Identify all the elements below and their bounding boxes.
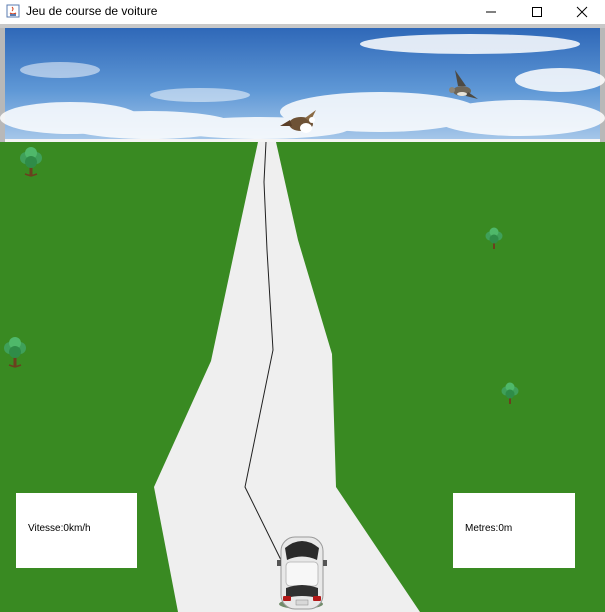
close-button[interactable] (559, 0, 605, 24)
player-car[interactable] (277, 536, 327, 610)
java-app-icon (6, 4, 20, 18)
minimize-icon (486, 11, 496, 13)
speed-panel: Vitesse:0km/h (16, 493, 137, 568)
window-title: Jeu de course de voiture (26, 4, 158, 18)
maximize-button[interactable] (514, 0, 560, 24)
maximize-icon (532, 7, 542, 17)
speed-label: Vitesse:0km/h (28, 523, 91, 534)
window-titlebar: Jeu de course de voiture (0, 0, 605, 24)
distance-panel: Metres:0m (453, 493, 575, 568)
close-icon (576, 6, 588, 18)
distance-label: Metres:0m (465, 523, 513, 534)
minimize-button[interactable] (468, 0, 514, 24)
